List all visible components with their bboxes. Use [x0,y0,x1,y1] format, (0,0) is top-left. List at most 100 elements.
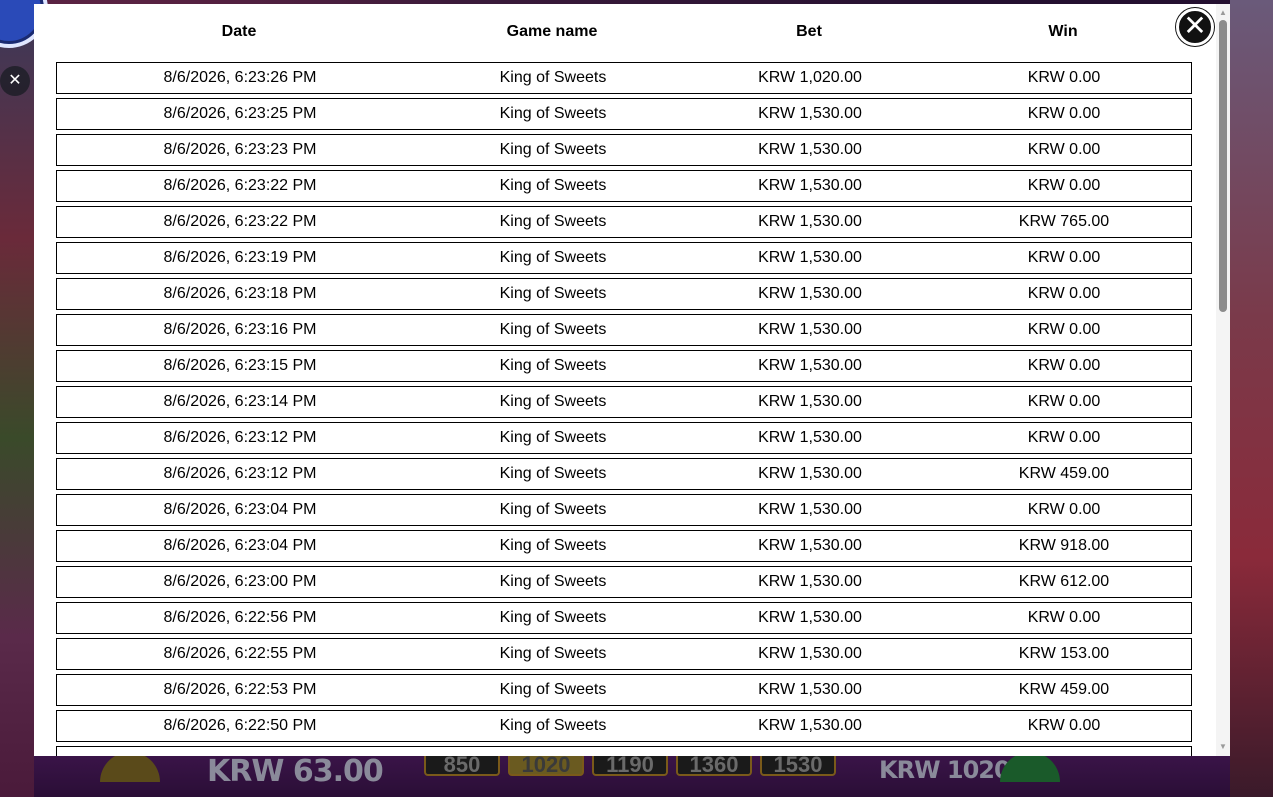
cell-win: KRW 0.00 [1027,105,1101,122]
cell-win: KRW 0.00 [1027,393,1101,410]
cell-date: 8/6/2026, 6:23:15 PM [163,357,317,374]
cell-win: KRW 459.00 [1018,465,1110,482]
table-row: 8/6/2026, 6:23:15 PM King of Sweets KRW 1,… [56,350,1192,382]
cell-bet: KRW 1,530.00 [758,249,862,266]
cell-win: KRW 459.00 [1018,681,1110,698]
table-row: 8/6/2026, 6:22:53 PM King of Sweets KRW 1,… [56,674,1192,706]
cell-win: KRW 0.00 [1027,69,1101,86]
cell-game: King of Sweets [499,357,607,374]
cell-win: KRW 153.00 [1018,645,1110,662]
game-background-right [1230,0,1273,797]
cell-bet: KRW 1,530.00 [758,501,862,518]
cell-date: 8/6/2026, 6:23:18 PM [163,285,317,302]
close-icon[interactable]: ✕ [1176,8,1214,46]
table-row: 8/6/2026, 6:23:19 PM King of Sweets KRW 1,… [56,242,1192,274]
scroll-up-arrow-icon[interactable]: ▲ [1216,6,1230,20]
cell-game: King of Sweets [499,573,607,590]
cell-win: KRW 0.00 [1027,321,1101,338]
cell-win: KRW 0.00 [1027,717,1101,734]
cell-bet: KRW 1,530.00 [758,213,862,230]
cell-win: KRW 0.00 [1027,285,1101,302]
table-row: 8/6/2026, 6:23:12 PM King of Sweets KRW 1,… [56,458,1192,490]
cell-bet: KRW 1,530.00 [758,393,862,410]
table-row: 8/6/2026, 6:22:50 PM King of Sweets KRW 1,… [56,710,1192,742]
cell-bet: KRW 1,530.00 [758,141,862,158]
cell-bet: KRW 1,530.00 [758,681,862,698]
cell-game: King of Sweets [499,321,607,338]
cell-date: 8/6/2026, 6:23:04 PM [163,501,317,518]
cell-date: 8/6/2026, 6:22:53 PM [163,681,317,698]
cell-win: KRW 765.00 [1018,213,1110,230]
table-row: 8/6/2026, 6:23:12 PM King of Sweets KRW 1,… [56,422,1192,454]
cell-date: 8/6/2026, 6:22:56 PM [163,609,317,626]
table-row: 8/6/2026, 6:23:22 PM King of Sweets KRW 1,… [56,170,1192,202]
cell-date: 8/6/2026, 6:23:16 PM [163,321,317,338]
table-row: 8/6/2026, 6:22:55 PM King of Sweets KRW 1,… [56,638,1192,670]
cell-date: 8/6/2026, 6:22:55 PM [163,645,317,662]
column-header-win: Win [1048,23,1078,40]
cell-win: KRW 0.00 [1027,501,1101,518]
cell-win: KRW 612.00 [1018,573,1110,590]
cell-date: 8/6/2026, 6:23:22 PM [163,177,317,194]
balance-display: KRW 63.00 [207,754,384,789]
table-row: 8/6/2026, 6:23:16 PM King of Sweets KRW 1,… [56,314,1192,346]
table-header: Date Game name Bet Win [56,16,1192,56]
cell-bet: KRW 1,530.00 [758,429,862,446]
cell-win: KRW 0.00 [1027,429,1101,446]
cell-game: King of Sweets [499,105,607,122]
scrollbar[interactable]: ▲ ▼ [1216,4,1230,756]
cell-bet: KRW 1,530.00 [758,537,862,554]
table-row: 8/6/2026, 6:23:26 PM King of Sweets KRW 1,… [56,62,1192,94]
column-header-bet: Bet [796,23,822,40]
cell-date: 8/6/2026, 6:23:00 PM [163,573,317,590]
cell-date: 8/6/2026, 6:23:19 PM [163,249,317,266]
cell-win: KRW 0.00 [1027,357,1101,374]
cell-date: 8/6/2026, 6:23:14 PM [163,393,317,410]
cell-game: King of Sweets [499,717,607,734]
cell-bet: KRW 1,530.00 [758,285,862,302]
cell-date: 8/6/2026, 6:23:22 PM [163,213,317,230]
bet-history-modal: Date Game name Bet Win 8/6/2026, 6:23:26… [34,4,1230,756]
cell-win: KRW 918.00 [1018,537,1110,554]
cell-bet: KRW 1,530.00 [758,717,862,734]
table-row: 8/6/2026, 6:23:22 PM King of Sweets KRW 1,… [56,206,1192,238]
table-row: 8/6/2026, 6:23:14 PM King of Sweets KRW 1,… [56,386,1192,418]
game-background-left [0,0,34,797]
table-row: 8/6/2026, 6:23:23 PM King of Sweets KRW 1,… [56,134,1192,166]
cell-date: 8/6/2026, 6:23:04 PM [163,537,317,554]
cell-date: 8/6/2026, 6:23:26 PM [163,69,317,86]
table-row: 8/6/2026, 6:22:56 PM King of Sweets KRW 1,… [56,602,1192,634]
cell-bet: KRW 1,530.00 [758,177,862,194]
scroll-thumb[interactable] [1219,20,1227,312]
cell-date: 8/6/2026, 6:23:12 PM [163,429,317,446]
cell-bet: KRW 1,530.00 [758,357,862,374]
cell-bet: KRW 1,530.00 [758,105,862,122]
table-row: 8/6/2026, 6:23:04 PM King of Sweets KRW 1,… [56,494,1192,526]
cell-game: King of Sweets [499,393,607,410]
close-icon[interactable]: ✕ [0,66,30,96]
cell-bet: KRW 1,530.00 [758,573,862,590]
cell-game: King of Sweets [499,501,607,518]
cell-date: 8/6/2026, 6:23:23 PM [163,141,317,158]
cell-game: King of Sweets [499,429,607,446]
cell-game: King of Sweets [499,213,607,230]
cell-bet: KRW 1,530.00 [758,465,862,482]
table-row [56,746,1192,756]
cell-game: King of Sweets [499,69,607,86]
scroll-down-arrow-icon[interactable]: ▼ [1216,740,1230,754]
cell-game: King of Sweets [499,141,607,158]
cell-bet: KRW 1,530.00 [758,321,862,338]
cell-date: 8/6/2026, 6:22:50 PM [163,717,317,734]
cell-win: KRW 0.00 [1027,249,1101,266]
table-row: 8/6/2026, 6:23:04 PM King of Sweets KRW 1,… [56,530,1192,562]
cell-win: KRW 0.00 [1027,177,1101,194]
cell-game: King of Sweets [499,537,607,554]
column-header-date: Date [221,23,257,40]
cell-bet: KRW 1,530.00 [758,609,862,626]
cell-bet: KRW 1,530.00 [758,645,862,662]
cell-date: 8/6/2026, 6:23:12 PM [163,465,317,482]
table-row: 8/6/2026, 6:23:00 PM King of Sweets KRW 1,… [56,566,1192,598]
cell-game: King of Sweets [499,465,607,482]
column-header-game: Game name [506,23,598,40]
table-row: 8/6/2026, 6:23:25 PM King of Sweets KRW 1,… [56,98,1192,130]
